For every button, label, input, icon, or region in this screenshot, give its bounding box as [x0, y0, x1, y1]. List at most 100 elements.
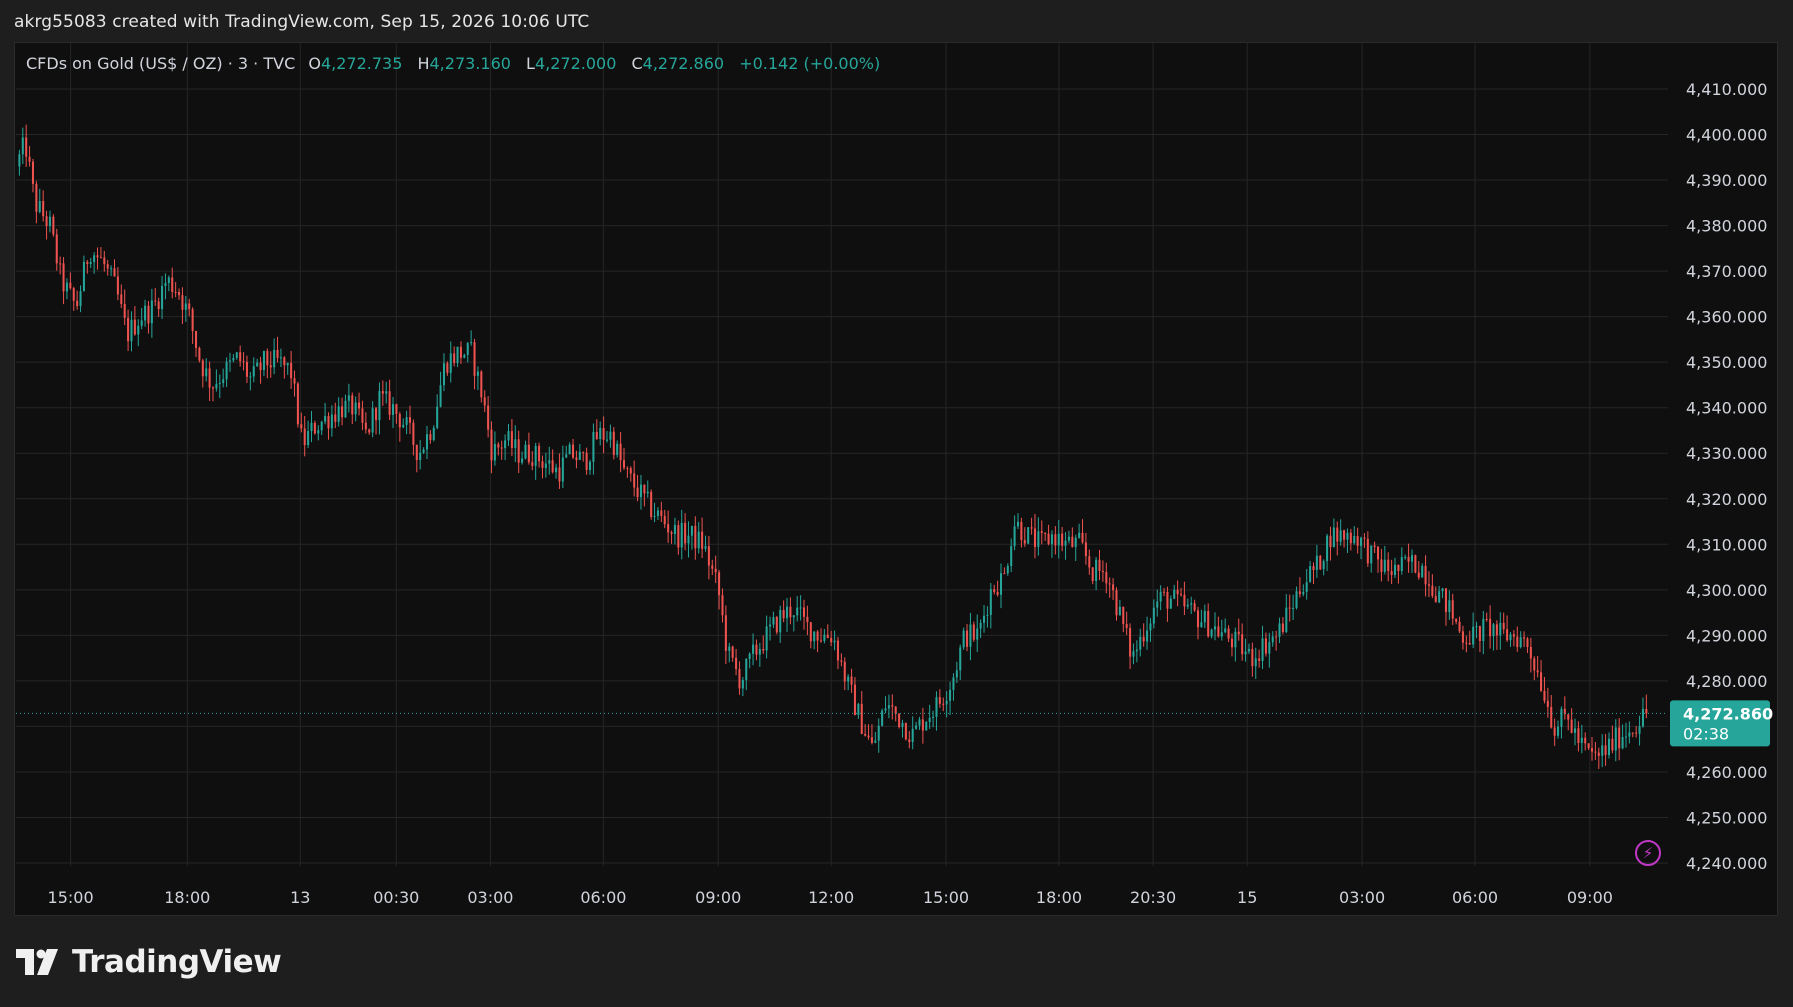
- low-label: L: [526, 54, 535, 73]
- candle-body: [752, 644, 755, 654]
- candle-body: [218, 382, 221, 384]
- candle-body: [731, 646, 734, 658]
- candle-body: [235, 352, 238, 358]
- candle-body: [1363, 537, 1366, 539]
- candle-body: [1213, 626, 1217, 630]
- candle-body: [1604, 745, 1607, 756]
- candle-body: [1427, 584, 1430, 586]
- candle-body: [1339, 530, 1342, 542]
- candle-body: [113, 268, 116, 277]
- candle-body: [1033, 528, 1036, 547]
- candle-body: [561, 457, 564, 482]
- candle-body: [911, 728, 914, 743]
- candle-body: [150, 300, 153, 324]
- candle-body: [341, 406, 344, 418]
- candle-body: [1499, 622, 1502, 636]
- candle-body: [555, 467, 558, 473]
- candle-body: [463, 354, 466, 358]
- candle-body: [1393, 564, 1397, 575]
- candle-body: [1410, 555, 1414, 562]
- candle-body: [955, 670, 958, 678]
- candle-body: [45, 216, 48, 227]
- candle-body: [181, 295, 184, 310]
- candle-body: [799, 607, 802, 609]
- candle-body: [1506, 629, 1509, 641]
- candle-body: [194, 330, 198, 349]
- candle-body: [1516, 636, 1519, 648]
- candle-body: [252, 366, 255, 377]
- high-value: 4,273.160: [429, 54, 511, 73]
- candle-body: [1519, 637, 1522, 648]
- candle-body: [650, 491, 653, 517]
- candle-body: [1553, 727, 1556, 736]
- candle-body: [18, 154, 21, 167]
- candle-body: [1251, 648, 1254, 667]
- candle-body: [1404, 556, 1407, 558]
- candle-body: [1536, 670, 1539, 673]
- candle-body: [629, 468, 632, 474]
- candle-body: [572, 444, 575, 458]
- candle-body: [208, 368, 211, 388]
- candle-body: [106, 264, 109, 269]
- candle-body: [375, 408, 378, 421]
- candle-body: [1275, 636, 1278, 638]
- candle-body: [1292, 608, 1295, 610]
- candle-body: [735, 657, 738, 670]
- y-tick-label: 4,390.000: [1686, 171, 1767, 190]
- candle-body: [1461, 631, 1464, 643]
- candle-body: [898, 713, 901, 727]
- candle-body: [500, 447, 503, 449]
- candle-body: [86, 261, 89, 264]
- candle-body: [1173, 589, 1176, 599]
- candle-body: [1567, 714, 1570, 720]
- x-tick-label: 06:00: [1452, 888, 1498, 907]
- candle-body: [1237, 631, 1240, 635]
- candle-body: [1030, 527, 1033, 529]
- candle-body: [96, 255, 99, 258]
- candle-body: [1417, 572, 1420, 578]
- candle-body: [639, 484, 642, 498]
- candle-body: [1421, 565, 1424, 578]
- candle-body: [1298, 591, 1301, 595]
- candle-body: [1230, 638, 1233, 648]
- candle-body: [959, 647, 962, 671]
- y-tick-label: 4,340.000: [1686, 399, 1767, 418]
- candle-body: [762, 649, 765, 651]
- candle-body: [1336, 527, 1339, 542]
- candle-body: [1180, 594, 1183, 596]
- candle-body: [908, 739, 911, 743]
- candle-body: [1631, 732, 1634, 734]
- candle-body: [870, 737, 873, 743]
- candle-body: [1241, 634, 1244, 655]
- candle-body: [442, 363, 445, 386]
- candle-body: [456, 346, 459, 364]
- candle-body: [164, 282, 167, 286]
- candle-body: [242, 361, 245, 363]
- candle-body: [976, 628, 979, 640]
- y-tick-label: 4,410.000: [1686, 80, 1767, 99]
- candle-body: [347, 395, 350, 401]
- y-tick-label: 4,250.000: [1686, 808, 1767, 827]
- candlestick-chart[interactable]: 4,410.000 4,400.000 4,390.000 4,380.000 4,37…: [0, 0, 1793, 1007]
- x-tick-label: 09:00: [695, 888, 741, 907]
- candle-body: [724, 615, 727, 651]
- candle-body: [1176, 589, 1179, 595]
- candle-body: [1084, 542, 1087, 557]
- candle-body: [704, 546, 707, 549]
- candle-body: [585, 452, 588, 470]
- symbol-label[interactable]: CFDs on Gold (US$ / OZ) · 3 · TVC: [26, 54, 295, 73]
- candle-body: [847, 676, 850, 682]
- candle-body: [1122, 606, 1125, 625]
- candle-body: [952, 677, 955, 690]
- candle-body: [789, 606, 792, 618]
- candle-body: [266, 351, 269, 366]
- candle-body: [1190, 603, 1193, 605]
- candle-body: [1006, 565, 1009, 574]
- y-tick-label: 4,360.000: [1686, 308, 1767, 327]
- candle-body: [823, 634, 826, 641]
- candle-body: [884, 708, 887, 711]
- candle-body: [1302, 592, 1305, 595]
- lightning-icon[interactable]: ⚡: [1635, 840, 1661, 866]
- candle-body: [510, 431, 513, 448]
- candle-body: [422, 449, 425, 453]
